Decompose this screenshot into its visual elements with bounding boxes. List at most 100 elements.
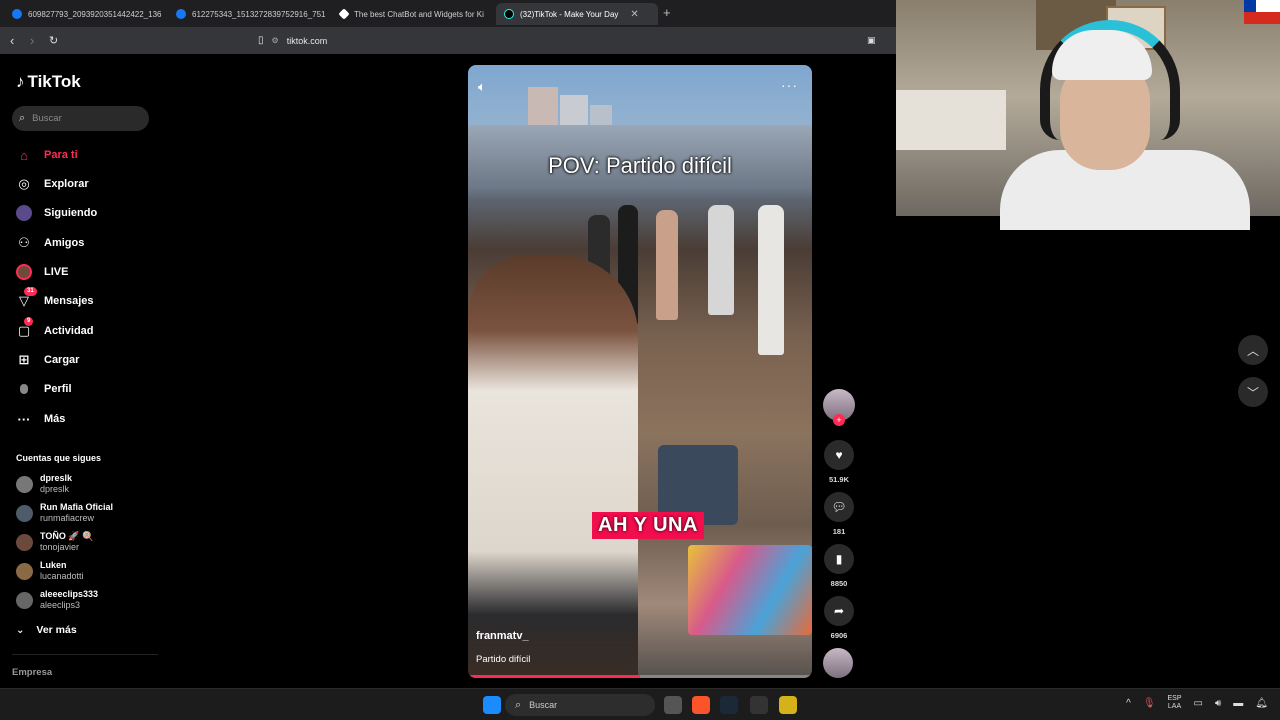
app-icon[interactable] [750, 696, 768, 714]
video-player[interactable]: 🔈︎ ··· POV: Partido difícil AH Y UNA fra… [468, 65, 812, 678]
facebook-icon [176, 9, 186, 19]
tab-title: (32)TikTok - Make Your Day [520, 9, 619, 19]
heart-icon: ♥ [824, 440, 854, 470]
system-tray: ^ 🎙︎ ESP LAA ▭ 🔊︎ ▬ 🔔︎ [1126, 695, 1268, 711]
upload-icon: ⊞ [18, 352, 30, 367]
tab-title: 609827793_2093920351442422_136 [28, 9, 162, 19]
tiktok-logo[interactable]: ♪ TikTok [16, 72, 81, 92]
sidebar-item-para-ti[interactable]: ⌂ Para ti [16, 147, 78, 163]
avatar [16, 475, 33, 493]
extension-icon[interactable]: ▣ [867, 35, 876, 46]
sidebar-item-label: Cargar [44, 354, 80, 366]
video-progress-bar[interactable] [468, 675, 812, 678]
sidebar-item-actividad[interactable]: ▢ 9 Actividad [16, 317, 94, 339]
sidebar-item-siguiendo[interactable]: Siguiendo [16, 205, 97, 221]
action-rail: + ♥ 51.9K 💬︎ 181 ▮ 8850 ➦ 6906 [822, 389, 856, 678]
followed-account[interactable]: TOÑO 🚀 🍭 tonojavier [16, 531, 93, 553]
brave-browser-icon[interactable] [692, 696, 710, 714]
sidebar-item-label: Perfil [44, 383, 72, 395]
avatar [16, 591, 33, 609]
browser-tab-active[interactable]: (32)TikTok - Make Your Day ✕ [496, 3, 658, 25]
site-info-icon[interactable]: ⚙ [272, 36, 279, 45]
girl-figure [468, 255, 638, 678]
sidebar-item-live[interactable]: LIVE [16, 264, 68, 280]
speaker-icon[interactable]: 🔊︎ [1215, 698, 1221, 709]
divider [12, 654, 158, 655]
video-overlay-title: POV: Partido difícil [548, 153, 732, 178]
browser-tab[interactable]: The best ChatBot and Widgets for Ki [332, 3, 494, 25]
forward-icon[interactable]: › [30, 33, 34, 48]
taskbar-search[interactable]: ⌕ Buscar [505, 694, 655, 716]
account-handle: runmafiacrew [40, 513, 95, 523]
sidebar: ♪ TikTok ⌕ Buscar ⌂ Para ti ◎ Explorar S… [0, 54, 165, 688]
file-explorer-icon[interactable] [779, 696, 797, 714]
microphone-icon[interactable]: 🎙︎ [1143, 698, 1156, 709]
previous-video-button[interactable]: ︿ [1238, 335, 1268, 365]
footer-link-empresa[interactable]: Empresa [12, 667, 52, 678]
chile-flag-icon [1244, 0, 1280, 24]
sidebar-item-explorar[interactable]: ◎ Explorar [16, 176, 89, 192]
chevron-up-icon[interactable]: ^ [1126, 698, 1131, 709]
next-video-button[interactable]: ﹀ [1238, 377, 1268, 407]
sidebar-item-label: Explorar [44, 178, 89, 190]
search-input[interactable]: ⌕ Buscar [12, 106, 149, 131]
followed-account[interactable]: dpreslk dpreslk [16, 473, 72, 495]
follow-plus-icon[interactable]: + [833, 414, 845, 426]
live-icon [16, 264, 32, 280]
sidebar-item-label: Actividad [44, 325, 94, 337]
windows-start-icon[interactable] [483, 696, 501, 714]
account-name: TOÑO 🚀 🍭 [40, 531, 94, 541]
followed-account[interactable]: Luken lucanadotti [16, 560, 84, 582]
share-count: 6906 [830, 631, 848, 640]
sidebar-item-cargar[interactable]: ⊞ Cargar [16, 352, 80, 368]
sidebar-item-perfil[interactable]: Perfil [16, 381, 72, 397]
close-tab-icon[interactable]: ✕ [630, 9, 638, 20]
video-author[interactable]: franmatv_ [476, 630, 529, 642]
bookmark-icon[interactable]: ▯ [258, 35, 264, 46]
tiktok-icon [504, 9, 514, 19]
volume-icon[interactable]: 🔈︎ [478, 79, 486, 95]
tiktok-note-icon: ♪ [16, 72, 25, 91]
reload-icon[interactable]: ↻ [49, 34, 58, 47]
account-name: dpreslk [40, 473, 73, 483]
sidebar-item-mensajes[interactable]: ▽ 31 Mensajes [16, 287, 94, 309]
chevron-down-icon: ﹀ [1246, 385, 1259, 400]
notification-bell-icon[interactable]: 🔔︎ [1255, 698, 1268, 709]
sidebar-item-amigos[interactable]: ⚇ Amigos [16, 235, 84, 251]
language-indicator[interactable]: ESP LAA [1168, 695, 1182, 711]
chevron-up-icon: ︿ [1246, 343, 1259, 358]
keyboard-layout: LAA [1167, 703, 1182, 710]
battery-icon[interactable]: ▬ [1233, 698, 1243, 709]
new-tab-icon[interactable]: + [663, 5, 671, 20]
followed-account[interactable]: Run Mafia Oficial runmafiacrew [16, 502, 113, 524]
address-bar[interactable]: ▯ ⚙ tiktok.com [258, 32, 778, 49]
followed-account[interactable]: aleeeclips333 aleeclips3 [16, 589, 98, 611]
save-button[interactable]: ▮ 8850 [822, 544, 856, 588]
sound-disc-avatar[interactable] [823, 648, 853, 678]
network-icon[interactable]: ▭ [1194, 698, 1203, 709]
like-button[interactable]: ♥ 51.9K [822, 440, 856, 484]
author-avatar[interactable]: + [823, 389, 855, 426]
account-name: Run Mafia Oficial [40, 502, 114, 512]
browser-tab[interactable]: 609827793_2093920351442422_136 [4, 3, 166, 25]
search-icon: ⌕ [19, 112, 26, 124]
sidebar-item-mas[interactable]: ··· Más [16, 411, 66, 427]
browser-toolbar: ‹ › ↻ ▯ ⚙ tiktok.com ▣ [0, 27, 896, 54]
sidebar-item-label: Amigos [44, 237, 85, 249]
windows-taskbar: ⌕ Buscar ^ 🎙︎ ESP LAA ▭ 🔊︎ ▬ 🔔︎ [0, 688, 1280, 720]
comment-button[interactable]: 💬︎ 181 [822, 492, 856, 536]
avatar [16, 504, 33, 522]
browser-tab[interactable]: 612275343_1513272839752916_751 [168, 3, 330, 25]
person [708, 205, 734, 315]
share-button[interactable]: ➦ 6906 [822, 596, 856, 640]
steam-icon[interactable] [720, 696, 738, 714]
task-view-icon[interactable] [664, 696, 682, 714]
friends-icon: ⚇ [18, 235, 30, 250]
tab-title: The best ChatBot and Widgets for Ki [354, 9, 484, 19]
more-options-icon[interactable]: ··· [781, 77, 798, 93]
comment-count: 181 [832, 527, 846, 536]
see-more-button[interactable]: ⌄ Ver más [16, 624, 77, 636]
following-icon [16, 205, 32, 221]
back-icon[interactable]: ‹ [10, 33, 14, 48]
tab-title: 612275343_1513272839752916_751 [192, 9, 326, 19]
